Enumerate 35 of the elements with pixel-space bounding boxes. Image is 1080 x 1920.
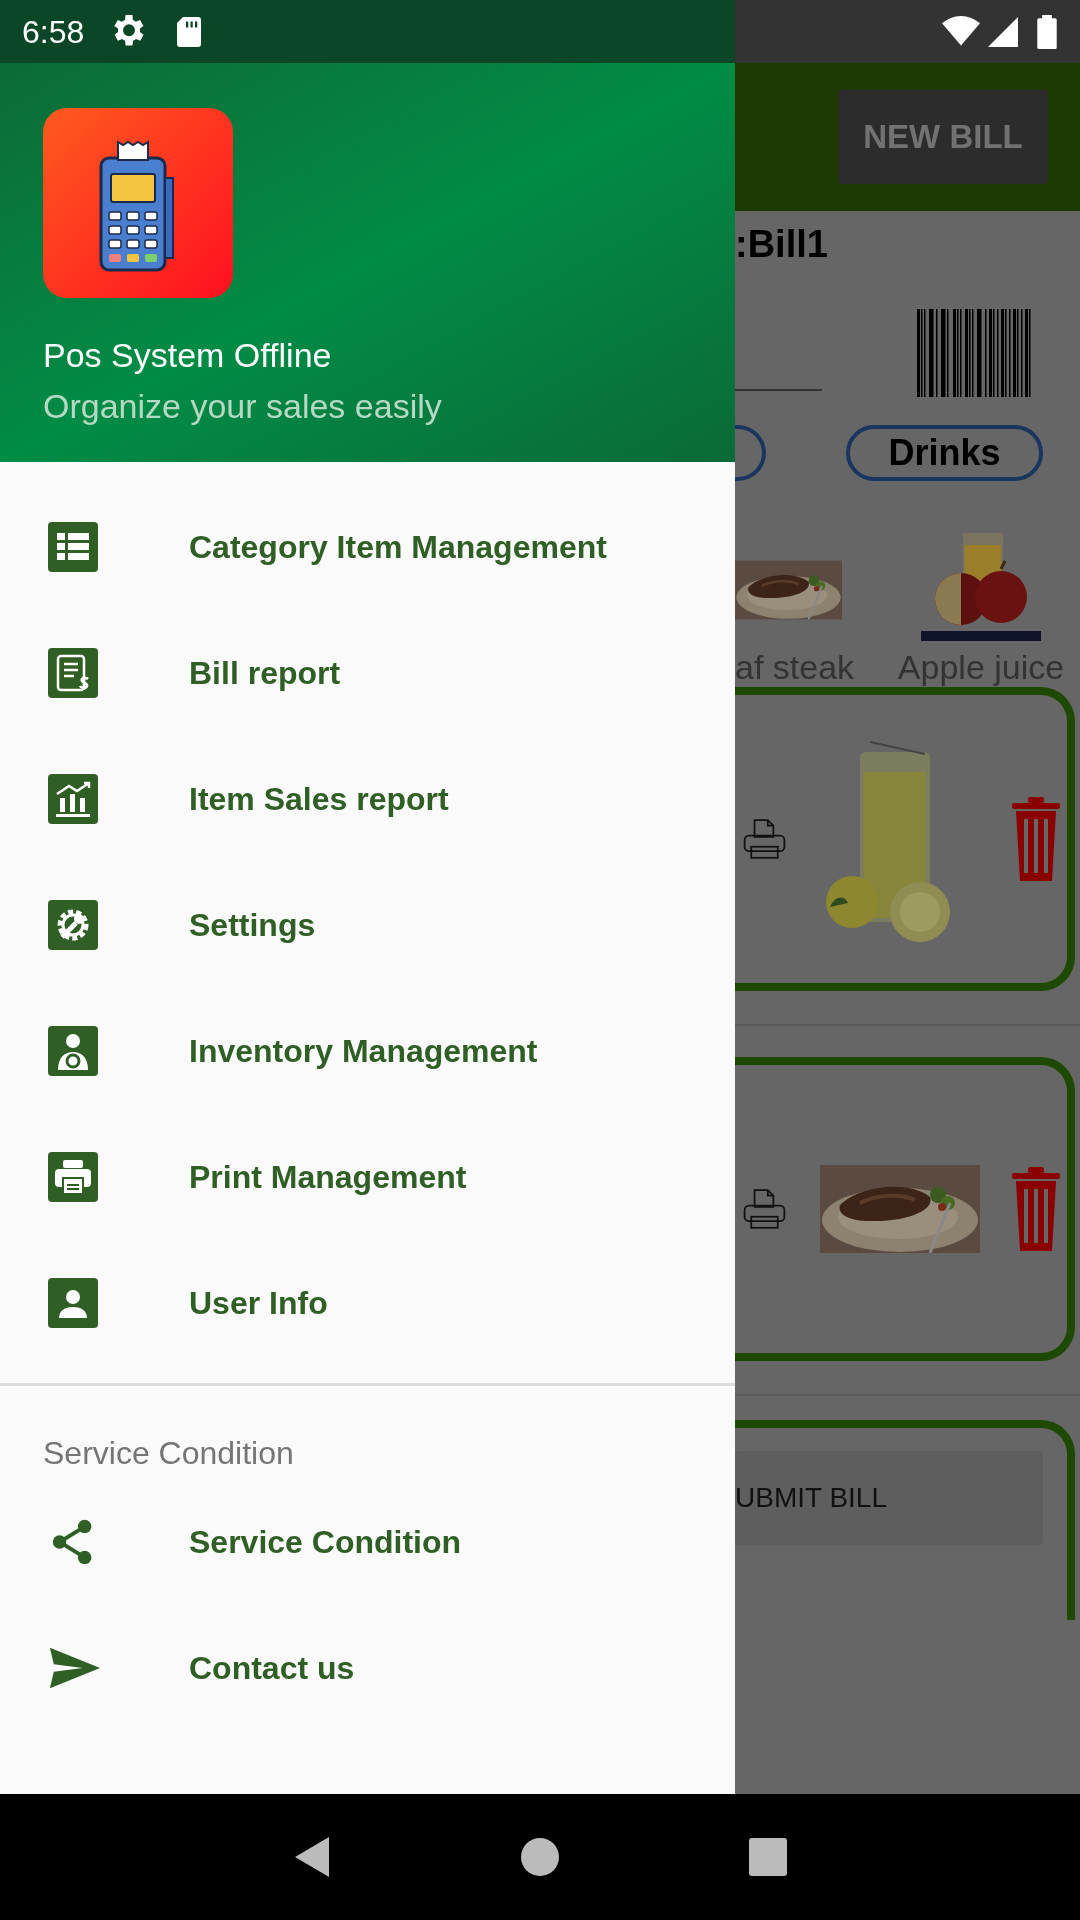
- contact-card-icon: [48, 1278, 98, 1328]
- menu-item[interactable]: Inventory Management: [0, 988, 735, 1114]
- list-icon: [48, 522, 98, 572]
- menu-item[interactable]: Settings: [0, 862, 735, 988]
- printer-icon: [48, 1152, 98, 1202]
- bar-chart-icon: [48, 774, 98, 824]
- bill-title: :Bill1: [735, 222, 829, 267]
- trash-icon[interactable]: [1010, 1167, 1062, 1251]
- trash-icon[interactable]: [1010, 797, 1062, 881]
- category-chip[interactable]: [735, 425, 766, 481]
- menu-item[interactable]: Print Management: [0, 1114, 735, 1240]
- section-heading: Service Condition: [42, 1434, 295, 1473]
- app-logo-icon: [43, 108, 233, 298]
- printer-icon[interactable]: [742, 818, 787, 860]
- menu-item[interactable]: Bill report: [0, 610, 735, 736]
- app-tagline: Organize your sales easily: [43, 386, 443, 427]
- menu-item[interactable]: User Info: [0, 1240, 735, 1366]
- menu-item[interactable]: Category Item Management: [0, 484, 735, 610]
- home-icon[interactable]: [521, 1838, 559, 1876]
- wifi-icon: [942, 15, 980, 48]
- bill-item-card[interactable]: [735, 687, 1075, 991]
- back-icon[interactable]: [293, 1835, 331, 1879]
- bill-item-card[interactable]: [735, 1057, 1075, 1361]
- person-gear-icon: [48, 1026, 98, 1076]
- printer-icon[interactable]: [742, 1188, 787, 1230]
- menu-item[interactable]: Item Sales report: [0, 736, 735, 862]
- battery-icon: [1036, 14, 1058, 49]
- category-chip[interactable]: Drinks: [846, 425, 1043, 481]
- menu-item[interactable]: Contact us: [0, 1605, 735, 1731]
- menu-item[interactable]: Service Condition: [0, 1479, 735, 1605]
- status-time: 6:58: [22, 12, 85, 52]
- gear-wrench-icon: [48, 900, 98, 950]
- app-name: Pos System Offline: [43, 335, 333, 376]
- receipt-icon: [48, 648, 98, 698]
- signal-icon: [988, 16, 1018, 47]
